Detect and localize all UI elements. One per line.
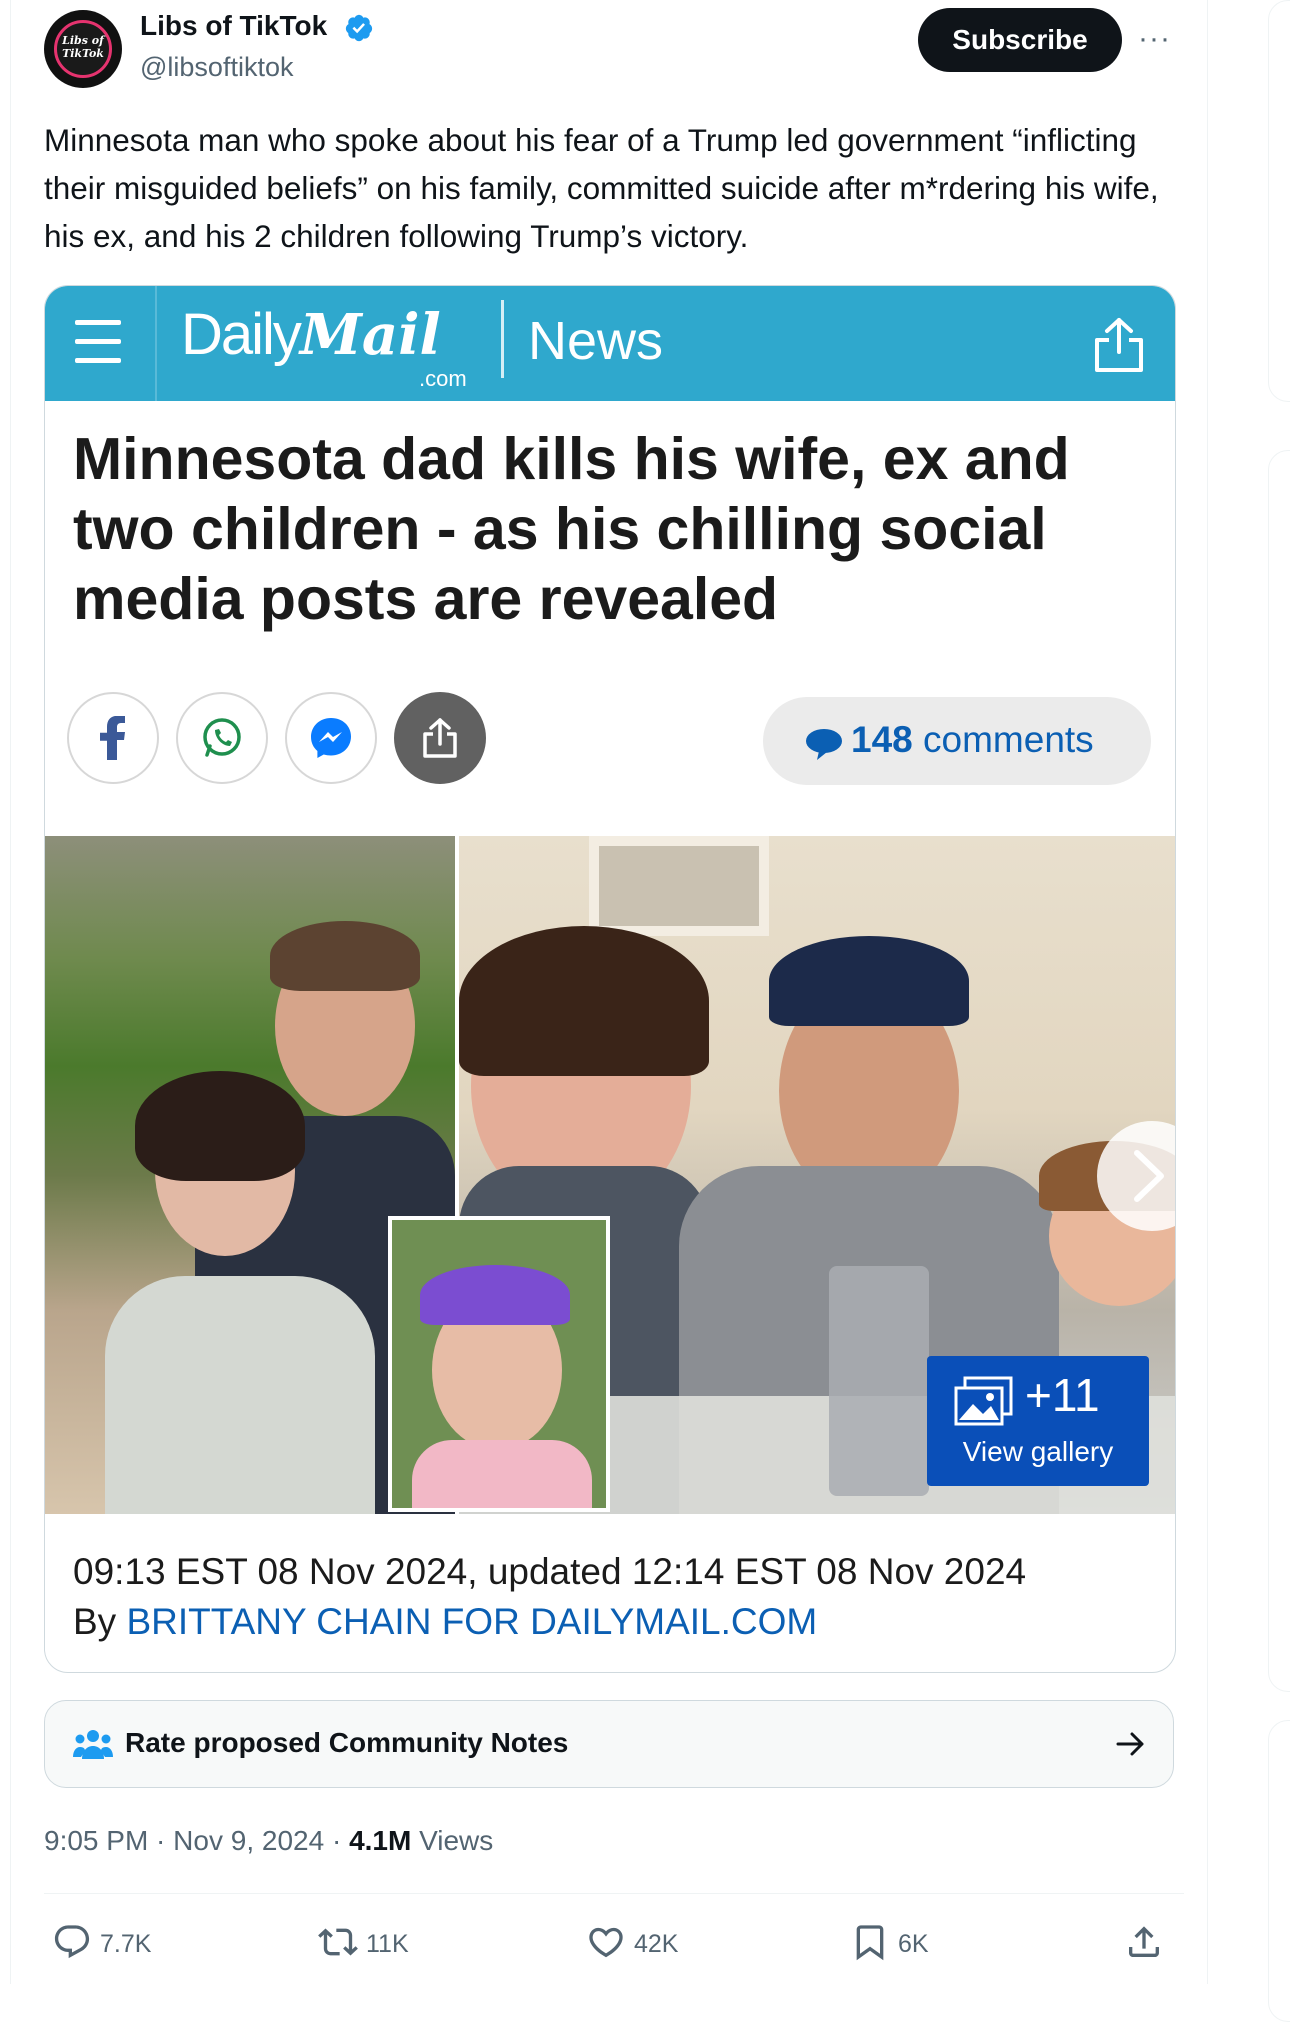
author-handle[interactable]: @libsoftiktok [140,52,293,83]
tweet-meta: 9:05 PM · Nov 9, 2024 · 4.1M Views [44,1825,494,1856]
avatar[interactable]: Libs of TikTok [44,10,122,88]
timeline-border-left [10,0,11,1984]
dailymail-header-bar: DailyMail .com News [45,286,1175,401]
messenger-share-button[interactable] [285,692,377,784]
logo-mail: Mail [299,302,441,368]
bookmark-count: 6K [898,1930,929,1958]
article-dateline: 09:13 EST 08 Nov 2024, updated 12:14 EST… [73,1551,1027,1592]
views-count: 4.1M [349,1825,412,1856]
tweet-text: Minnesota man who spoke about his fear o… [44,122,1159,254]
like-button[interactable]: 42K [586,1920,706,1970]
more-options-icon[interactable]: ··· [1138,22,1171,56]
article-card[interactable]: DailyMail .com News Minnesota dad kills … [44,285,1176,1673]
people-icon [73,1730,113,1759]
tweet-date[interactable]: Nov 9, 2024 [173,1825,324,1856]
repost-button[interactable]: 11K [318,1920,438,1970]
dailymail-logo[interactable]: DailyMail [181,302,441,368]
gallery-icon [954,1376,1013,1426]
reply-count: 7.7K [100,1930,152,1958]
byline-author-link[interactable]: BRITTANY CHAIN FOR DAILYMAIL.COM [126,1601,817,1642]
avatar-text: Libs of TikTok [62,34,104,60]
whatsapp-share-button[interactable] [176,692,268,784]
chevron-right-icon [1134,1150,1164,1202]
menu-icon[interactable] [75,320,121,364]
gallery-label: View gallery [962,1436,1114,1467]
photo-inset-woman [388,1216,610,1512]
share-icon [1129,1926,1159,1957]
community-notes-label: Rate proposed Community Notes [125,1727,569,1758]
comments-button[interactable]: 148 comments [763,697,1151,785]
bookmark-icon [856,1925,884,1961]
share-icon [423,718,457,758]
like-count: 42K [634,1930,679,1958]
author-name[interactable]: Libs of TikTok [140,10,327,42]
verified-badge-icon [345,14,373,42]
subscribe-button[interactable]: Subscribe [918,8,1122,72]
article-photo[interactable]: +11 View gallery [45,836,1175,1514]
logo-daily: Daily [181,302,302,367]
sidebar-card [1268,450,1290,1692]
reply-button[interactable]: 7.7K [52,1920,172,1970]
comments-count: 148 [851,719,913,760]
divider [44,1893,1184,1894]
messenger-icon [311,718,351,758]
facebook-icon [100,716,125,760]
gallery-count: +11 [1025,1369,1100,1421]
sidebar-card [1268,0,1290,402]
heart-icon [589,1927,623,1958]
views-label: Views [419,1825,494,1856]
reply-icon [54,1925,90,1959]
section-label[interactable]: News [528,310,663,372]
tweet-time[interactable]: 9:05 PM [44,1825,148,1856]
more-share-button[interactable] [394,692,486,784]
logo-com: .com [419,366,467,391]
sidebar-card [1268,1720,1290,2022]
timeline-border-right [1207,0,1208,1984]
view-gallery-button[interactable]: +11 View gallery [927,1356,1149,1486]
comment-bubble-icon [806,729,842,760]
repost-icon [318,1928,358,1956]
share-post-button[interactable] [1124,1920,1168,1970]
share-icon[interactable] [1089,316,1149,374]
byline-prefix: By [73,1601,117,1642]
comments-text: comments [923,719,1094,760]
arrow-right-icon [1116,1732,1144,1756]
comments-label: 148 comments [851,719,1094,761]
facebook-share-button[interactable] [67,692,159,784]
bookmark-button[interactable]: 6K [850,1920,960,1970]
community-notes-button[interactable]: Rate proposed Community Notes [44,1700,1174,1788]
article-headline[interactable]: Minnesota dad kills his wife, ex and two… [73,424,1143,634]
repost-count: 11K [366,1930,409,1958]
whatsapp-icon [203,718,241,757]
article-byline: By BRITTANY CHAIN FOR DAILYMAIL.COM [73,1601,817,1643]
